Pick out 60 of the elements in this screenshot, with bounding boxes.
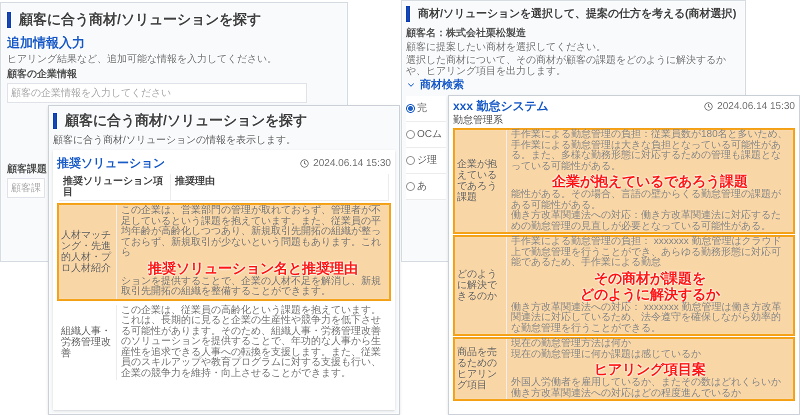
title-accent-bar — [406, 6, 410, 22]
description-line: 顧客に提案したい商材を選択してください。 — [406, 42, 607, 52]
cell-paragraph: ションを提供することで、企業の人材不足を解消し、新規取引先開拓の組織を整備することができます。 — [121, 276, 382, 298]
page-title: 顧客に合う商材/ソリューションを探す — [65, 111, 307, 130]
page-title: 顧客に合う商材/ソリューションを探す — [19, 10, 261, 29]
cell-paragraph: 能性がある。その場合、言語の壁からくる勤怠管理の課題がある可能性がある。 — [511, 190, 782, 210]
callout-label: ヒアリング項目案 — [594, 361, 706, 377]
search-section-toggle[interactable]: 商材検索 — [406, 78, 464, 92]
clock-icon — [704, 102, 714, 111]
cell-paragraph: この企業は、営業部門の管理が取れておらず、管理者が不足しているという課題を抱えています。また、従業員の平均年齢が高齢化しつつあり、新規取引先開拓の組織が整っておらず、新規取引が少ないという問題もあります。これら — [121, 206, 382, 258]
column-header: 推奨ソリューション項目 — [59, 174, 171, 201]
radio-button[interactable] — [406, 182, 415, 190]
clock-icon — [300, 158, 310, 168]
title-accent-bar — [53, 112, 57, 128]
category-label: 勤怠管理系 — [453, 115, 503, 127]
title-accent-bar — [7, 12, 11, 28]
cell-paragraph: 現在の勤怠管理方法は何か — [511, 339, 632, 349]
cell-paragraph: 働き方改革関連法への対応：働き方改革関連法に対応するための勤怠管理の見直しが必要となっている可能性がある。 — [511, 211, 782, 232]
timestamp: 2024.06.14 15:30 — [313, 156, 391, 170]
table-cell: 人材マッチング・先進的人材・プロ人材紹介 — [59, 205, 117, 298]
table-cell: 組織人事・労務管理改善 — [59, 304, 117, 380]
text-field[interactable]: 顧客課 — [7, 178, 45, 198]
callout-label: 推奨ソリューション名と推奨理由 — [148, 260, 358, 276]
product-name: 完 — [417, 102, 427, 116]
card-title: 推奨ソリューション — [57, 155, 165, 172]
field-label: 顧客の企業情報 — [7, 69, 77, 81]
field-label: 顧客課題 — [7, 164, 47, 176]
cell-paragraph: 手作業による勤怠管理の負担：従業員数が180名と多いため、手作業による勤怠管理は大きな負担となっている可能性がある。また、多様な勤務形態に対応するための管理も課題となっている可能性がある。 — [511, 130, 789, 172]
section-title: 追加情報入力 — [7, 35, 85, 51]
product-name: あ — [417, 180, 427, 194]
cell-paragraph: 手作業による勤怠管理の負担： xxxxxxx 勤怠管理はクラウド上で勤怠管理を行うことができ、あらゆる勤務形態に対応可能であるため、手作業による勤怠 — [511, 237, 783, 268]
product-title: xxx 勤怠システム — [453, 99, 548, 114]
description-line: 選択した商材について、その商材が顧客の課題をどのように解決するかや、ヒアリング項目を出力します。 — [406, 54, 727, 76]
radio-button[interactable] — [406, 130, 415, 138]
callout-label: その商材が課題を — [594, 270, 706, 286]
radio-button[interactable] — [406, 104, 415, 112]
table-cell: どのように解決できるのか — [455, 237, 507, 334]
product-row[interactable]: あ — [406, 174, 446, 200]
product-name: ジ理 — [417, 154, 437, 168]
text-field[interactable]: 顧客の企業情報を入力してください — [7, 83, 307, 103]
product-name: OCム — [417, 128, 442, 142]
cell-paragraph: この企業は、従業員の高齢化という課題を抱えています。これは、長期的に見ると企業の生産性や競争力を低下させる可能性があります。そのため、組織人事・労務管理改善のソリューションを提供することで、年功的な人事から生産性を追求できる人事への転換を支援します。また、従業員のスキルアップや教育プログラムに対する支援も行い、企業の競争力を維持・向上させることができます。 — [121, 306, 382, 379]
product-row[interactable]: ジ理 — [406, 148, 446, 174]
radio-button[interactable] — [406, 156, 415, 164]
product-row[interactable]: OCム — [406, 122, 446, 148]
page-description: 顧客に合う商材/ソリューションの情報を表示します。 — [53, 134, 297, 148]
cell-paragraph: 現在の勤怠管理に何か課題は感じているか — [511, 350, 702, 360]
product-row[interactable]: 完 — [406, 96, 446, 122]
cell-paragraph: 働き方改革関連法への対応はどの程度進んでいるか — [511, 388, 742, 399]
page-title: 商材/ソリューションを選択して、提案の仕方を考える(商材選択) — [418, 6, 736, 22]
callout-label: どのように解決するか — [580, 286, 720, 302]
column-header: 推奨理由 — [171, 174, 389, 201]
callout-label: 企業が抱えているであろう課題 — [552, 173, 748, 189]
table-cell: 商品を売るためのヒアリング項目 — [455, 339, 507, 399]
timestamp: 2024.06.14 15:30 — [717, 100, 795, 114]
section-description: ヒアリング結果など、追加可能な情報を入力してください。 — [7, 54, 277, 66]
cell-paragraph: 働き方改革関連法への対応： xxxxxxx 勤怠管理は働き方改革関連法に対応しているため、法令遵守を確保しながら効率的な勤怠管理を行うことができる。 — [511, 302, 783, 334]
customer-name: 顧客名：株式会社栗松製造 — [406, 28, 526, 40]
cell-paragraph: 外国人労働者を雇用しているか、またその数はどれくらいか — [511, 378, 782, 388]
table-cell: 企業が抱えているであろう課題 — [455, 130, 507, 232]
